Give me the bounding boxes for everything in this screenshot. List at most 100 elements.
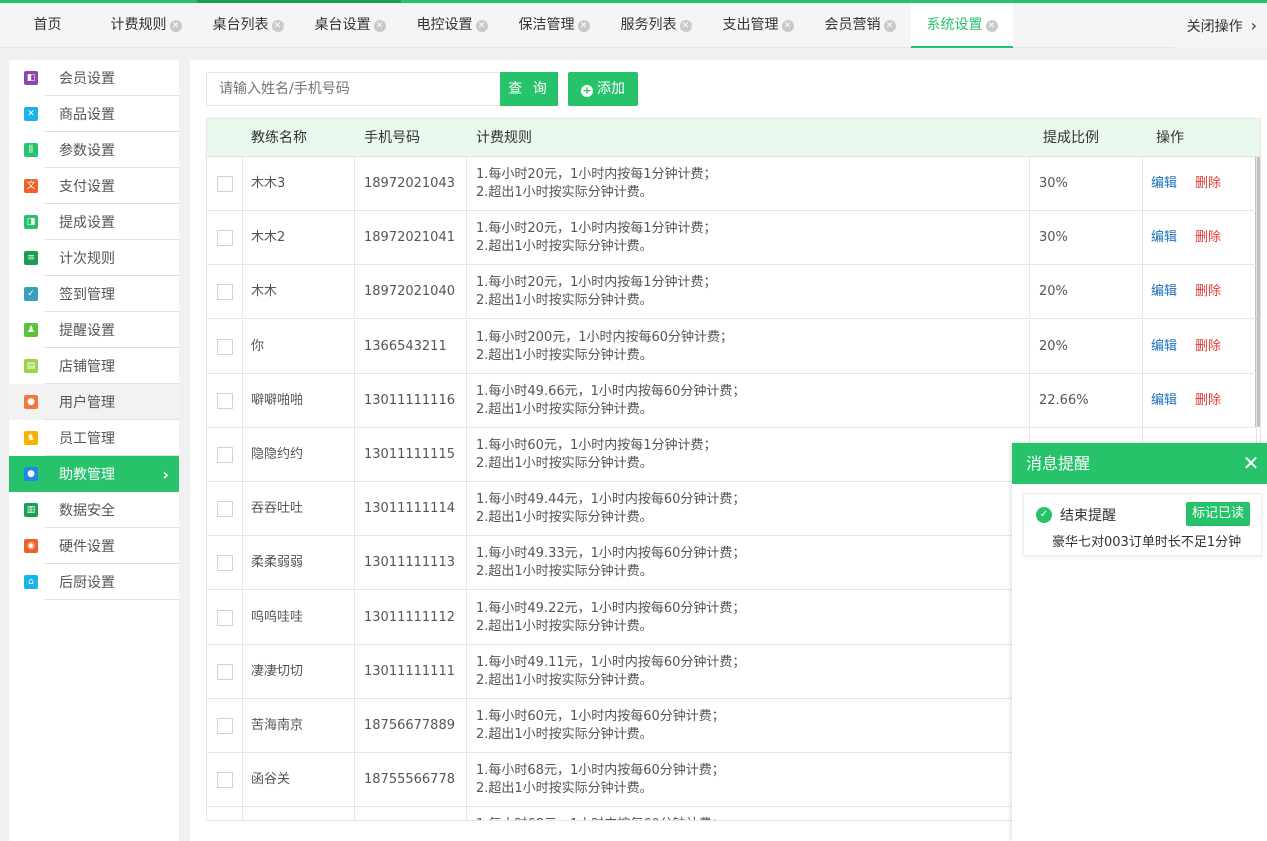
reminder-icon: ♟	[24, 323, 38, 337]
row-checkbox[interactable]	[217, 230, 233, 247]
header-rate: 提成比例	[1043, 130, 1099, 146]
tab-strip: 首页 计费规则 ✕ 桌台列表 ✕ 桌台设置 ✕ 电控设置 ✕ 保洁管理 ✕ 服务列表 ✕ 支出管理 ✕ 会员营…	[0, 0, 1013, 48]
sidebar-item-label: 提成设置	[59, 215, 115, 231]
hardware-icon: ◉	[24, 539, 38, 553]
edit-link[interactable]: 编辑	[1151, 265, 1177, 319]
sidebar-item-6[interactable]: ✓ 签到管理	[9, 276, 179, 312]
tab-close-icon[interactable]: ✕	[883, 19, 896, 32]
billing-rule: 1.每小时49.33元，1小时内按每60分钟计费； 2.超出1小时按实际分钟计费。	[476, 545, 745, 581]
tab-5[interactable]: 保洁管理 ✕	[503, 3, 605, 48]
tab-8[interactable]: 会员营销 ✕	[809, 3, 911, 48]
sidebar-item-14[interactable]: ⌂ 后厨设置	[9, 564, 179, 600]
search-input[interactable]	[206, 72, 501, 106]
row-checkbox[interactable]	[217, 663, 233, 680]
sidebar-item-7[interactable]: ♟ 提醒设置	[9, 312, 179, 348]
sidebar-item-label: 数据安全	[59, 503, 115, 519]
checkin-icon: ✓	[24, 287, 38, 301]
billing-rule-line2: 2.超出1小时按实际分钟计费。	[476, 401, 653, 417]
data-security-icon: ▥	[24, 503, 38, 517]
edit-link[interactable]: 编辑	[1151, 320, 1177, 374]
billing-rule-line1: 1.每小时200元，1小时内按每60分钟计费；	[476, 329, 734, 345]
billing-rule: 1.每小时49.22元，1小时内按每60分钟计费； 2.超出1小时按实际分钟计费。	[476, 600, 745, 636]
chevron-right-icon: ›	[1250, 16, 1257, 35]
delete-link[interactable]: 删除	[1195, 157, 1221, 211]
plus-circle-icon: +	[581, 84, 593, 97]
row-checkbox[interactable]	[217, 718, 233, 734]
row-checkbox[interactable]	[217, 176, 233, 192]
edit-link[interactable]: 编辑	[1151, 157, 1177, 211]
sidebar-item-10[interactable]: ♞ 员工管理	[9, 420, 179, 456]
tab-9[interactable]: 系统设置 ✕	[911, 3, 1013, 48]
tab-4[interactable]: 电控设置 ✕	[401, 3, 503, 48]
sidebar-item-8[interactable]: ▤ 店铺管理	[9, 348, 179, 384]
table-cell	[243, 807, 355, 820]
tab-3[interactable]: 桌台设置 ✕	[299, 0, 401, 48]
delete-link[interactable]: 删除	[1195, 374, 1221, 428]
tab-close-icon[interactable]: ✕	[679, 19, 692, 32]
tab-close-icon[interactable]: ✕	[475, 19, 488, 32]
sidebar-item-label: 商品设置	[59, 107, 115, 123]
close-icon[interactable]: ✕	[1241, 443, 1261, 484]
tab-6[interactable]: 服务列表 ✕	[605, 3, 707, 48]
top-tab-bar: 首页 计费规则 ✕ 桌台列表 ✕ 桌台设置 ✕ 电控设置 ✕ 保洁管理 ✕ 服务列表 ✕ 支出管理 ✕ 会员营…	[0, 0, 1267, 48]
edit-link[interactable]: 编辑	[1151, 374, 1177, 428]
commission-rate: 22.66%	[1039, 392, 1089, 408]
tab-close-icon[interactable]: ✕	[271, 19, 284, 32]
add-button[interactable]: + 添加	[568, 72, 638, 106]
tab-7[interactable]: 支出管理 ✕	[707, 3, 809, 48]
billing-rule-line1: 1.每小时68元，1小时内按每60分钟计费；	[476, 763, 725, 779]
sidebar-item-12[interactable]: ▥ 数据安全	[9, 492, 179, 528]
billing-rule-line2: 2.超出1小时按实际分钟计费。	[476, 239, 653, 255]
billing-rule: 1.每小时49.44元，1小时内按每60分钟计费； 2.超出1小时按实际分钟计费。	[476, 491, 745, 527]
chevron-right-icon: ›	[162, 464, 169, 484]
billing-rule-line2: 2.超出1小时按实际分钟计费。	[476, 293, 653, 309]
row-checkbox[interactable]	[217, 501, 233, 518]
coach-name: 苦海南京	[251, 718, 304, 733]
staff-icon: ♞	[24, 431, 38, 445]
sidebar-item-3[interactable]: 文 支付设置	[9, 168, 179, 204]
row-checkbox[interactable]	[217, 447, 233, 463]
tab-close-icon[interactable]: ✕	[781, 19, 794, 32]
table-row: 木木 18972021040 1.每小时20元，1小时内按每1分钟计费； 2.超出1小…	[207, 265, 1257, 320]
tab-close-icon[interactable]: ✕	[985, 19, 998, 32]
sidebar-item-13[interactable]: ◉ 硬件设置	[9, 528, 179, 564]
billing-rule-line1: 1.每小时20元，1小时内按每1分钟计费；	[476, 221, 717, 237]
sidebar-item-label: 支付设置	[59, 179, 115, 195]
row-checkbox[interactable]	[217, 338, 233, 355]
tab-0[interactable]: 首页	[0, 3, 95, 48]
sidebar-item-0[interactable]: ◧ 会员设置	[9, 60, 179, 96]
sidebar-item-11[interactable]: ● 助教管理 ›	[9, 456, 179, 492]
tab-label: 支出管理	[722, 17, 779, 33]
delete-link[interactable]: 删除	[1195, 211, 1221, 265]
delete-link[interactable]: 删除	[1195, 265, 1221, 319]
sidebar-item-9[interactable]: ● 用户管理	[9, 384, 179, 420]
sidebar-item-4[interactable]: ◨ 提成设置	[9, 204, 179, 240]
billing-rule-line1: 1.每小时60元，1小时内按每60分钟计费；	[476, 709, 725, 724]
commission-rate: 30%	[1039, 176, 1068, 191]
tab-1[interactable]: 计费规则 ✕	[95, 3, 197, 48]
row-checkbox[interactable]	[217, 284, 233, 301]
tab-close-icon[interactable]: ✕	[169, 19, 182, 32]
tab-label: 桌台列表	[212, 17, 269, 33]
row-checkbox[interactable]	[217, 772, 233, 789]
tab-close-icon[interactable]: ✕	[373, 19, 386, 32]
coach-name: 噼噼啪啪	[251, 392, 304, 408]
coach-name: 隐隐约约	[251, 447, 304, 462]
coach-phone: 18756677889	[364, 718, 455, 733]
close-operations-button[interactable]: 关闭操作 ›	[1174, 3, 1267, 48]
row-checkbox[interactable]	[217, 555, 233, 572]
sidebar-item-2[interactable]: ⫼ 参数设置	[9, 132, 179, 168]
sidebar-item-label: 参数设置	[59, 143, 115, 159]
tab-label: 系统设置	[926, 17, 983, 33]
delete-link[interactable]: 删除	[1195, 320, 1221, 374]
sidebar-item-1[interactable]: ✕ 商品设置	[9, 96, 179, 132]
mark-read-button[interactable]: 标记已读	[1186, 502, 1250, 526]
query-button[interactable]: 查 询	[500, 72, 558, 106]
row-checkbox[interactable]	[217, 392, 233, 409]
sidebar-item-label: 后厨设置	[59, 575, 115, 591]
tab-2[interactable]: 桌台列表 ✕	[197, 0, 299, 48]
sidebar-item-5[interactable]: ≡ 计次规则	[9, 240, 179, 276]
edit-link[interactable]: 编辑	[1151, 211, 1177, 265]
row-checkbox[interactable]	[217, 609, 233, 626]
tab-close-icon[interactable]: ✕	[577, 19, 590, 32]
